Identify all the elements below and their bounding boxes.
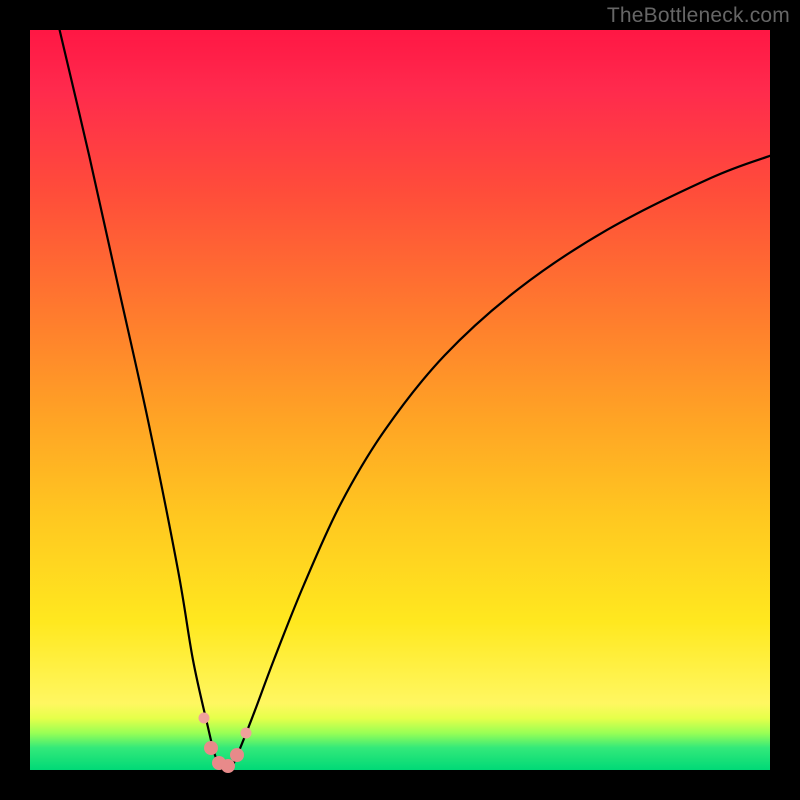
curve-marker (204, 741, 218, 755)
plot-area (30, 30, 770, 770)
chart-frame: TheBottleneck.com (0, 0, 800, 800)
curve-marker (241, 728, 252, 739)
watermark-text: TheBottleneck.com (607, 4, 790, 28)
curve-marker (198, 713, 209, 724)
bottleneck-curve (30, 30, 770, 770)
curve-marker (230, 748, 244, 762)
